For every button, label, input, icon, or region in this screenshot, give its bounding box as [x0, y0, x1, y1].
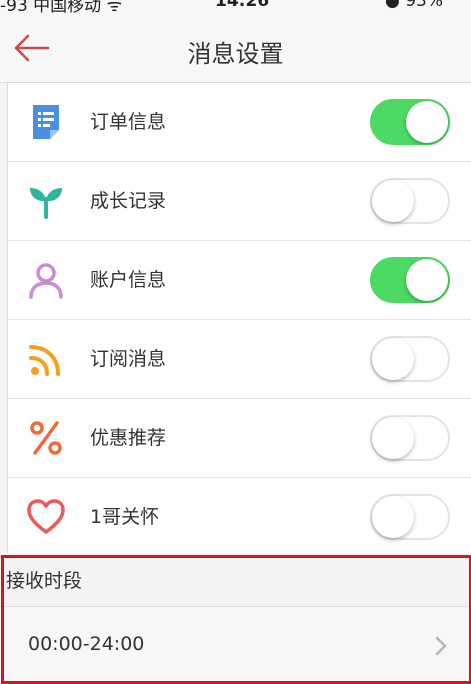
navigation-bar: 消息设置 [0, 14, 471, 83]
order-info-toggle[interactable] [370, 99, 450, 145]
receive-time-row[interactable]: 00:00-24:00 [0, 606, 471, 683]
care-toggle[interactable] [370, 494, 450, 540]
setting-label-account-info: 账户信息 [90, 269, 167, 291]
setting-row-account-info: 账户信息 [8, 241, 471, 320]
battery-status: ● 93% [385, 0, 444, 11]
order-document-icon [33, 105, 59, 139]
chevron-right-icon [435, 636, 447, 656]
setting-label-care: 1哥关怀 [90, 506, 160, 528]
toggle-knob [406, 259, 448, 301]
setting-row-care: 1哥关怀 [8, 478, 471, 557]
setting-row-subscription: 订阅消息 [8, 320, 471, 399]
setting-label-promotions: 优惠推荐 [90, 427, 167, 449]
percent-icon [30, 421, 62, 455]
heart-icon [27, 499, 65, 534]
receive-time-section: 接收时段 00:00-24:00 [0, 553, 471, 683]
receive-time-header: 接收时段 [0, 553, 471, 605]
setting-row-order-info: 订单信息 [8, 83, 471, 162]
user-icon [29, 263, 63, 299]
setting-row-growth-record: 成长记录 [8, 162, 471, 241]
toggle-knob [372, 417, 414, 459]
page-title: 消息设置 [187, 40, 284, 68]
subscription-toggle[interactable] [370, 336, 450, 382]
promotions-toggle[interactable] [370, 415, 450, 461]
sprout-icon [30, 188, 62, 219]
rss-feed-icon [29, 345, 60, 376]
carrier-signal: -93 中国移动 ᯤ [0, 0, 123, 14]
account-info-toggle[interactable] [370, 257, 450, 303]
status-time: 14:26 [215, 0, 270, 11]
toggle-knob [372, 180, 414, 222]
setting-row-promotions: 优惠推荐 [8, 399, 471, 478]
receive-time-value: 00:00-24:00 [28, 633, 145, 655]
toggle-knob [372, 496, 414, 538]
toggle-knob [372, 338, 414, 380]
setting-label-subscription: 订阅消息 [90, 348, 167, 370]
setting-label-growth-record: 成长记录 [90, 190, 167, 212]
receive-time-title: 接收时段 [6, 570, 83, 592]
growth-record-toggle[interactable] [370, 178, 450, 224]
toggle-knob [406, 101, 448, 143]
setting-label-order-info: 订单信息 [90, 111, 167, 133]
notification-settings-list: 订单信息 成长记录 账户信息 订阅消息 优惠推荐 1哥关怀 [7, 83, 471, 557]
status-bar: -93 中国移动 ᯤ 14:26 ● 93% [0, 0, 471, 14]
